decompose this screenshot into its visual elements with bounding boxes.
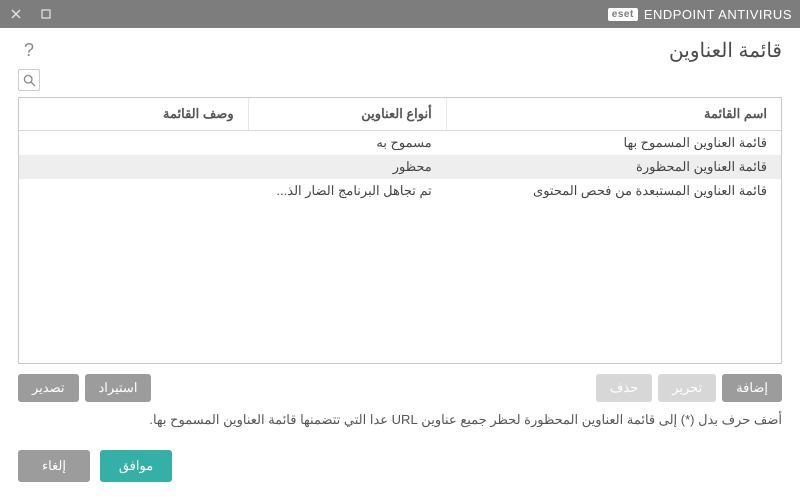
cell-desc [19, 179, 248, 203]
ok-button[interactable]: موافق [100, 450, 172, 482]
footer: إلغاء موافق [0, 428, 800, 500]
window-controls [8, 6, 54, 22]
eset-badge: eset [608, 8, 638, 21]
cell-desc [19, 131, 248, 155]
action-buttons: إضافة تحرير حذف استيراد تصدير [0, 364, 800, 402]
app-title: eset ENDPOINT ANTIVIRUS [608, 7, 792, 22]
edit-button[interactable]: تحرير [658, 374, 716, 402]
hint-text: أضف حرف بدل (*) إلى قائمة العناوين المحظ… [0, 402, 800, 428]
cell-name: قائمة العناوين المسموح بها [446, 131, 781, 155]
table-header: اسم القائمة أنواع العناوين وصف القائمة [19, 98, 781, 131]
export-button[interactable]: تصدير [18, 374, 79, 402]
cell-type: مسموح به [248, 131, 446, 155]
cell-type: محظور [248, 155, 446, 179]
close-icon[interactable] [8, 6, 24, 22]
delete-button[interactable]: حذف [596, 374, 652, 402]
address-list-table: اسم القائمة أنواع العناوين وصف القائمة ق… [18, 97, 782, 364]
cell-name: قائمة العناوين المستبعدة من فحص المحتوى [446, 179, 781, 203]
cell-name: قائمة العناوين المحظورة [446, 155, 781, 179]
app-name: ENDPOINT ANTIVIRUS [644, 7, 792, 22]
add-button[interactable]: إضافة [722, 374, 782, 402]
col-header-type[interactable]: أنواع العناوين [248, 98, 446, 130]
table-row[interactable]: قائمة العناوين المحظورةمحظور [19, 155, 781, 179]
header: قائمة العناوين ? [0, 28, 800, 69]
search-button[interactable] [18, 69, 40, 91]
col-header-name[interactable]: اسم القائمة [446, 98, 781, 130]
table-row[interactable]: قائمة العناوين المستبعدة من فحص المحتوىت… [19, 179, 781, 203]
cell-desc [19, 155, 248, 179]
search-icon [23, 74, 36, 87]
page-title: قائمة العناوين [669, 38, 782, 63]
import-button[interactable]: استيراد [85, 374, 152, 402]
help-icon[interactable]: ? [18, 40, 40, 62]
titlebar: eset ENDPOINT ANTIVIRUS [0, 0, 800, 28]
search-row [0, 69, 800, 97]
table-row[interactable]: قائمة العناوين المسموح بهامسموح به [19, 131, 781, 155]
col-header-desc[interactable]: وصف القائمة [19, 98, 248, 130]
maximize-icon[interactable] [38, 6, 54, 22]
table-body: قائمة العناوين المسموح بهامسموح بهقائمة … [19, 131, 781, 363]
cell-type: تم تجاهل البرنامج الضار الذ... [248, 179, 446, 203]
cancel-button[interactable]: إلغاء [18, 450, 90, 482]
